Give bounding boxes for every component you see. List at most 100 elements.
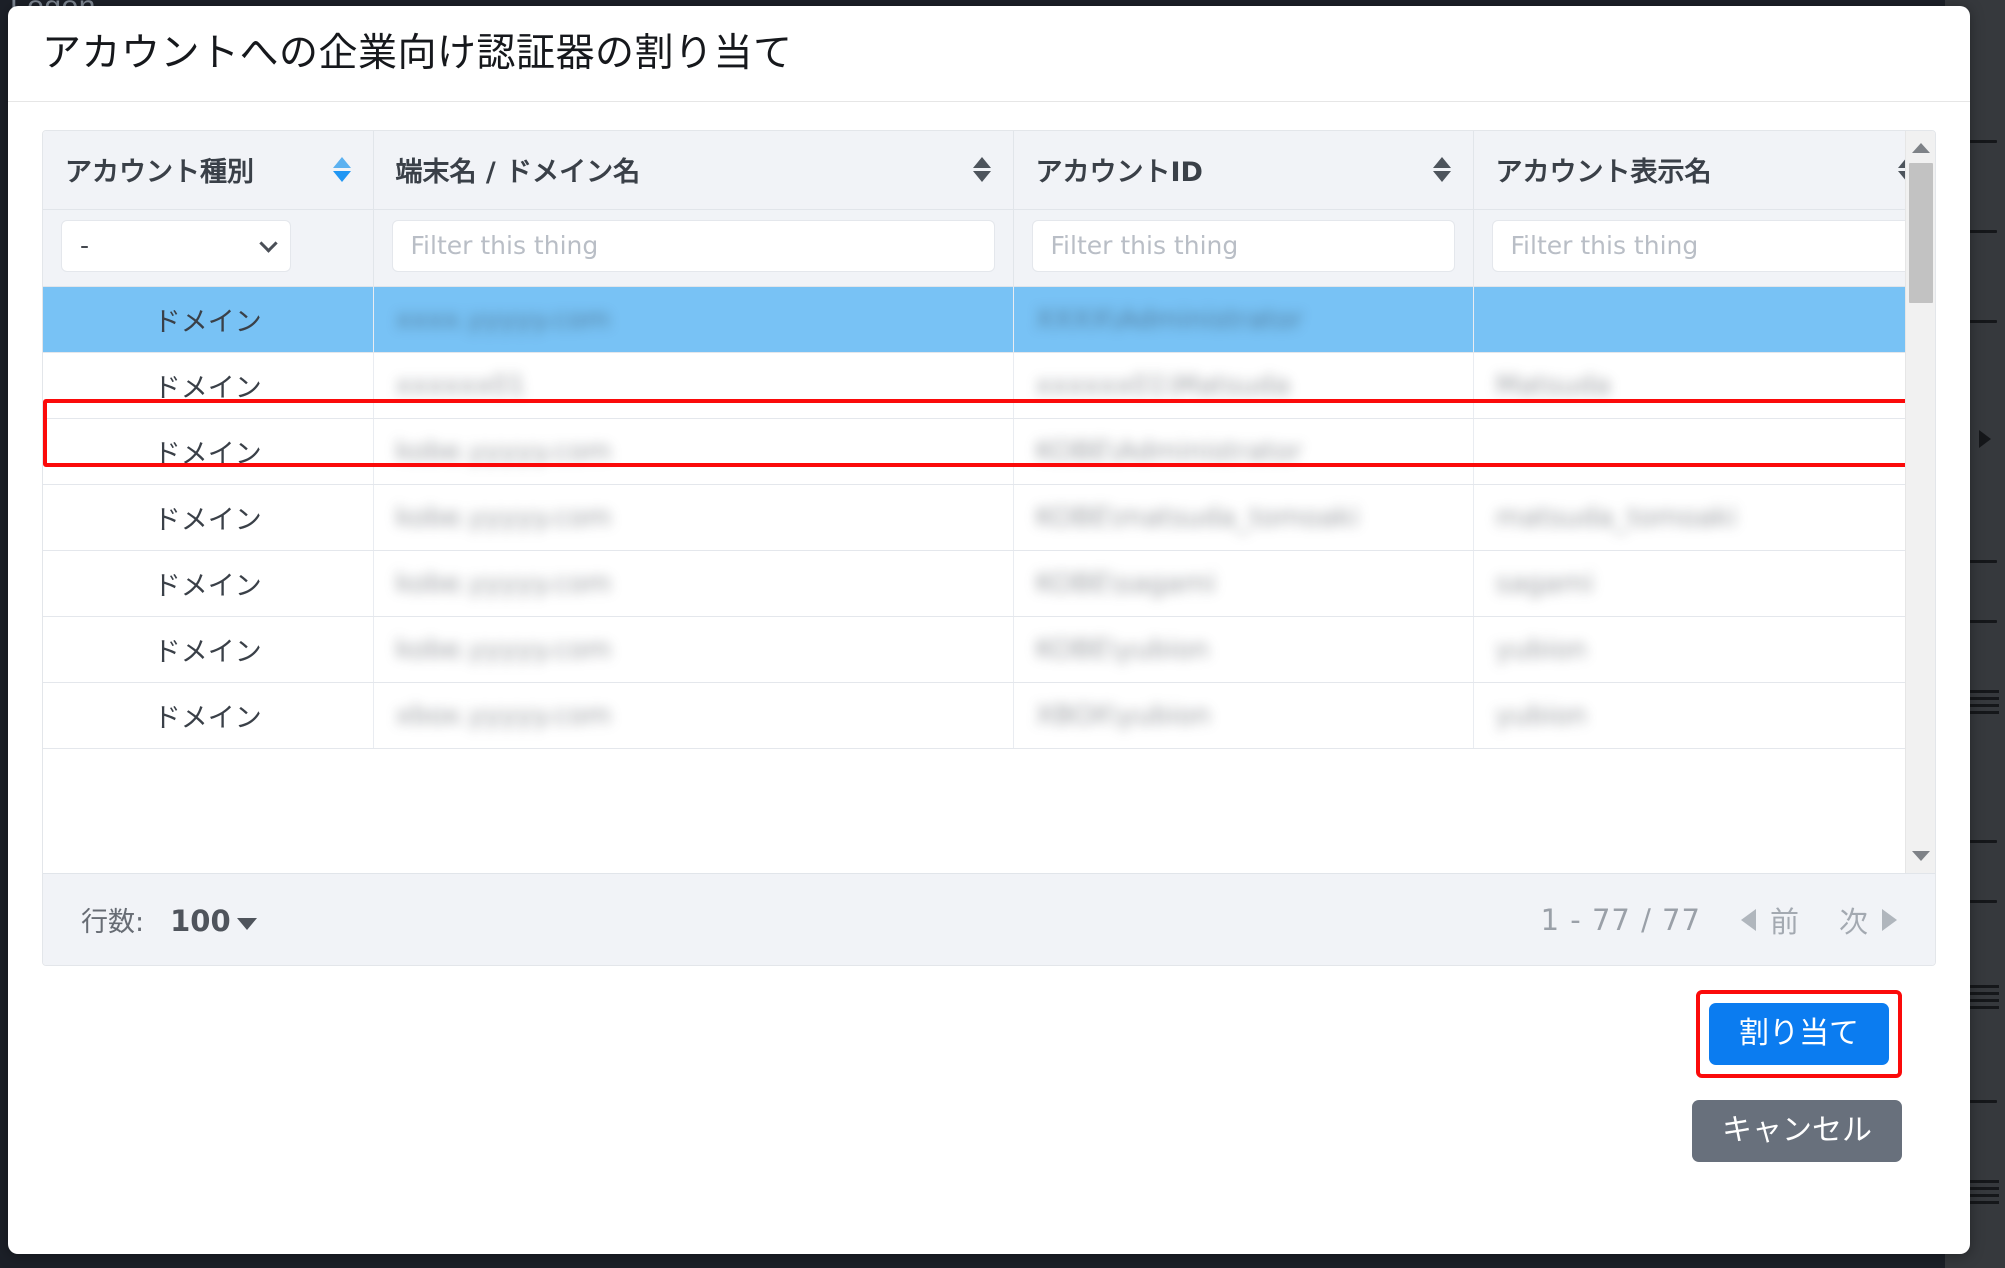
table-body: ドメイン xxxx.yyyyy.com XXXX\Administrator ド… [43, 286, 1905, 749]
cancel-button[interactable]: キャンセル [1692, 1100, 1902, 1162]
cell-account-type: ドメイン [43, 616, 374, 683]
cell-account-type: ドメイン [43, 352, 374, 419]
column-header-account-type[interactable]: アカウント種別 [43, 131, 374, 210]
table-row[interactable]: ドメイン kobe.yyyyy.com KOBE\matsuda_tomoaki… [43, 484, 1905, 551]
cell-account-display-name: yubion [1473, 616, 1905, 683]
dialog-actions: 割り当て キャンセル [42, 966, 1936, 1162]
cell-account-type: ドメイン [43, 682, 374, 749]
redacted-value: KOBE\sagami [1035, 567, 1216, 599]
filter-select-account-type[interactable]: - [61, 219, 291, 272]
rows-per-page-select[interactable]: 100 [170, 904, 257, 938]
redacted-value: kobe.yyyyy.com [395, 567, 612, 599]
sort-arrows-icon[interactable] [1898, 157, 1905, 183]
rows-per-page-value: 100 [170, 904, 231, 938]
redacted-value: KOBE\yubion [1035, 633, 1210, 665]
cell-account-id: KOBE\Administrator [1013, 418, 1474, 485]
redacted-value: sagami [1495, 567, 1594, 599]
chevron-right-icon [1882, 908, 1897, 931]
scroll-down-arrow-icon[interactable] [1911, 851, 1930, 861]
cell-account-display-name: sagami [1473, 550, 1905, 617]
cell-account-display-name: Matsuda [1473, 352, 1905, 419]
cell-account-type: ドメイン [43, 484, 374, 551]
cell-hostname-domain: xbox.yyyyy.com [373, 682, 1014, 749]
scrollbar-thumb[interactable] [1909, 163, 1933, 303]
redacted-value: kobe.yyyyy.com [395, 501, 612, 533]
table-row[interactable]: ドメイン kobe.yyyyy.com KOBE\yubion yubion [43, 616, 1905, 683]
redacted-value: kobe.yyyyy.com [395, 633, 612, 665]
table-header: アカウント種別 端末名 / ドメイン名 アカウントID アカウント表示名 - F… [43, 131, 1905, 287]
rows-per-page-label: 行数: [81, 907, 145, 938]
assign-button[interactable]: 割り当て [1709, 1003, 1889, 1065]
cell-account-id: XBOX\yubion [1013, 682, 1474, 749]
sort-arrows-icon[interactable] [332, 157, 351, 183]
cell-account-display-name [1473, 418, 1905, 485]
redacted-value: yubion [1495, 699, 1587, 731]
redacted-value: yubion [1495, 633, 1587, 665]
redacted-value: xxxxxx01\Matsuda [1035, 369, 1291, 401]
redacted-value: matsuda_tomoaki [1495, 501, 1737, 533]
cell-account-display-name: yubion [1473, 682, 1905, 749]
assign-button-annotation: 割り当て [1696, 990, 1902, 1078]
cell-account-type: ドメイン [43, 550, 374, 617]
filter-cell-account-display-name [1473, 209, 1905, 287]
column-header-label: アカウントID [1035, 157, 1203, 189]
accounts-table-viewport: アカウント種別 端末名 / ドメイン名 アカウントID アカウント表示名 - F… [43, 131, 1905, 873]
cell-hostname-domain: xxxx.yyyyy.com [373, 286, 1014, 353]
assign-authenticator-dialog: アカウントへの企業向け認証器の割り当て アカウント種別 端末名 / ドメイン名 … [8, 6, 1970, 1254]
previous-page-label: 前 [1769, 904, 1799, 939]
scroll-up-arrow-icon[interactable] [1911, 143, 1930, 153]
cell-account-id: KOBE\yubion [1013, 616, 1474, 683]
chevron-left-icon [1740, 908, 1756, 931]
table-row[interactable]: ドメイン kobe.yyyyy.com KOBE\Administrator [43, 418, 1905, 485]
accounts-table-panel: アカウント種別 端末名 / ドメイン名 アカウントID アカウント表示名 - F… [42, 130, 1936, 966]
table-header-row: アカウント種別 端末名 / ドメイン名 アカウントID アカウント表示名 [43, 131, 1905, 210]
filter-input-hostname-domain[interactable] [391, 219, 995, 272]
table-vertical-scrollbar[interactable] [1905, 131, 1935, 873]
cell-account-id: KOBE\sagami [1013, 550, 1474, 617]
next-page-button[interactable]: 次 [1839, 899, 1897, 941]
cell-hostname-domain: kobe.yyyyy.com [373, 484, 1014, 551]
next-page-label: 次 [1838, 904, 1868, 939]
cell-account-id: XXXX\Administrator [1013, 286, 1474, 353]
previous-page-button[interactable]: 前 [1740, 899, 1799, 941]
cell-account-id: KOBE\matsuda_tomoaki [1013, 484, 1474, 551]
filter-cell-account-id [1013, 209, 1474, 287]
filter-cell-hostname-domain [373, 209, 1014, 287]
column-header-hostname-domain[interactable]: 端末名 / ドメイン名 [373, 131, 1014, 210]
table-row[interactable]: ドメイン kobe.yyyyy.com KOBE\sagami sagami [43, 550, 1905, 617]
cell-hostname-domain: xxxxxx01 [373, 352, 1014, 419]
accounts-table: アカウント種別 端末名 / ドメイン名 アカウントID アカウント表示名 - F… [43, 131, 1905, 749]
redacted-value: KOBE\matsuda_tomoaki [1035, 501, 1360, 533]
filter-input-account-id[interactable] [1031, 219, 1455, 272]
sort-arrows-icon[interactable] [1432, 157, 1451, 183]
dialog-body: アカウント種別 端末名 / ドメイン名 アカウントID アカウント表示名 - F… [8, 102, 1970, 1162]
table-pagination: 行数: 100 1 - 77 / 77 前 次 [43, 873, 1935, 965]
sort-arrows-icon[interactable] [972, 157, 991, 183]
column-header-label: アカウント種別 [65, 157, 254, 189]
page-title: アカウントへの企業向け認証器の割り当て [42, 31, 793, 76]
cell-hostname-domain: kobe.yyyyy.com [373, 616, 1014, 683]
cell-account-display-name: matsuda_tomoaki [1473, 484, 1905, 551]
table-row[interactable]: ドメイン xxxx.yyyyy.com XXXX\Administrator [43, 286, 1905, 353]
column-header-label: 端末名 / ドメイン名 [395, 157, 641, 189]
redacted-value: KOBE\Administrator [1035, 435, 1302, 467]
redacted-value: xbox.yyyyy.com [395, 699, 612, 731]
filter-cell-account-type: - [43, 209, 374, 287]
column-header-label: アカウント表示名 [1495, 157, 1712, 189]
column-header-account-display-name[interactable]: アカウント表示名 [1473, 131, 1905, 210]
redacted-value: xxxxxx01 [395, 369, 526, 401]
caret-down-icon [236, 918, 257, 930]
dialog-header: アカウントへの企業向け認証器の割り当て [8, 6, 1970, 102]
column-header-account-id[interactable]: アカウントID [1013, 131, 1474, 210]
redacted-value: xxxx.yyyyy.com [395, 303, 611, 335]
table-filter-row: - [43, 209, 1905, 287]
filter-input-account-display-name[interactable] [1491, 219, 1905, 272]
cell-account-id: xxxxxx01\Matsuda [1013, 352, 1474, 419]
cell-account-type: ドメイン [43, 418, 374, 485]
redacted-value: kobe.yyyyy.com [395, 435, 612, 467]
redacted-value: Matsuda [1495, 369, 1611, 401]
table-row[interactable]: ドメイン xxxxxx01 xxxxxx01\Matsuda Matsuda [43, 352, 1905, 419]
cell-account-type: ドメイン [43, 286, 374, 353]
table-row[interactable]: ドメイン xbox.yyyyy.com XBOX\yubion yubion [43, 682, 1905, 749]
cell-hostname-domain: kobe.yyyyy.com [373, 550, 1014, 617]
